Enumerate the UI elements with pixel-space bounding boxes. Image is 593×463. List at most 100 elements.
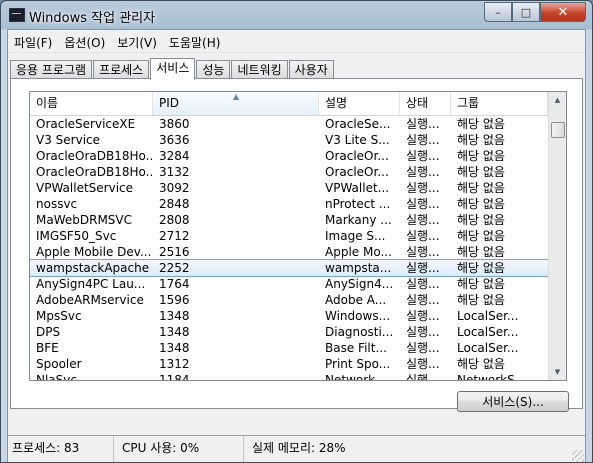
services-button[interactable]: 서비스(S)... [457, 391, 569, 412]
service-pid: 1348 [159, 341, 190, 355]
column-header-pid[interactable]: PID ▲ [153, 92, 319, 115]
service-status: 실행... [406, 245, 440, 259]
close-button[interactable]: ✕ [540, 2, 586, 22]
service-status: 실행... [406, 149, 440, 163]
table-row[interactable]: MpsSvc 1348 Windows... 실행... LocalSer... [30, 308, 548, 324]
service-group: 해당 없음 [457, 357, 505, 371]
service-group: 해당 없음 [457, 213, 505, 227]
service-status: 실행... [406, 341, 440, 355]
service-status: 실행... [406, 277, 440, 291]
table-row[interactable]: V3 Service 3636 V3 Lite S... 실행... 해당 없음 [30, 132, 548, 148]
menu-options[interactable]: 옵션(O) [58, 30, 111, 52]
minimize-button[interactable]: – [484, 2, 512, 22]
title-bar[interactable]: Windows 작업 관리자 – □ ✕ [1, 1, 592, 29]
service-description: V3 Lite S... [325, 133, 390, 147]
table-row[interactable]: IMGSF50_Svc 2712 Image S... 실행... 해당 없음 [30, 228, 548, 244]
scroll-down-arrow-icon[interactable]: ▼ [550, 364, 565, 380]
service-description: Print Spo... [325, 357, 391, 371]
service-status: 실행... [406, 309, 440, 323]
column-header-description[interactable]: 설명 [319, 92, 400, 115]
tab-performance[interactable]: 성능 [196, 60, 231, 79]
table-row[interactable]: OracleServiceXE 3860 OracleSe... 실행... 해당 없음 [30, 116, 548, 132]
service-pid: 2252 [159, 261, 190, 275]
service-pid: 1348 [159, 309, 190, 323]
task-manager-app-icon [9, 8, 25, 22]
menu-file[interactable]: 파일(F) [8, 30, 58, 52]
service-status: 실행... [406, 293, 440, 307]
scroll-up-arrow-icon[interactable]: ▲ [550, 92, 565, 108]
service-group: 해당 없음 [457, 149, 505, 163]
service-group: LocalSer... [457, 309, 519, 323]
service-status: 실행... [406, 197, 440, 211]
service-description: Base Filt... [325, 341, 387, 355]
table-row[interactable]: nossvc 2848 nProtect ... 실행... 해당 없음 [30, 196, 548, 212]
column-header-name[interactable]: 이름 [30, 92, 153, 115]
service-group: 해당 없음 [457, 117, 505, 131]
service-name: IMGSF50_Svc [36, 229, 117, 243]
scrollbar-thumb[interactable] [551, 122, 565, 138]
tab-applications[interactable]: 응용 프로그램 [10, 60, 93, 79]
service-group: 해당 없음 [457, 165, 505, 179]
service-group: 해당 없음 [457, 245, 505, 259]
service-name: nossvc [36, 197, 78, 211]
table-row[interactable]: VPWalletService 3092 VPWallet... 실행... 해당 없음 [30, 180, 548, 196]
column-header-status[interactable]: 상태 [400, 92, 451, 115]
service-name: AdobeARMservice [36, 293, 144, 307]
service-name: VPWalletService [36, 181, 134, 195]
service-pid: 1764 [159, 277, 190, 291]
service-pid: 1596 [159, 293, 190, 307]
table-row[interactable]: AnySign4PC Lau... 1764 AnySign4... 실행... 해당 … [30, 276, 548, 292]
service-description: Markany ... [325, 213, 392, 227]
window-title: Windows 작업 관리자 [29, 11, 156, 26]
service-status: 실행... [406, 357, 440, 371]
table-row[interactable]: DPS 1348 Diagnosti... 실행... LocalSer... [30, 324, 548, 340]
service-name: OracleOraDB18Ho... [36, 149, 153, 163]
task-manager-window: Windows 작업 관리자 – □ ✕ 파일(F) 옵션(O) 보기(V) 도… [0, 0, 593, 463]
menu-bar: 파일(F) 옵션(O) 보기(V) 도움말(H) [8, 30, 585, 53]
service-pid: 1348 [159, 325, 190, 339]
service-description: Windows... [325, 309, 391, 323]
services-list[interactable]: 이름 PID ▲ 설명 상태 그룹 OracleServiceXE 3860 Ora… [29, 91, 567, 381]
menu-view[interactable]: 보기(V) [111, 30, 163, 52]
service-status: 실행... [406, 117, 440, 131]
service-group: LocalSer... [457, 325, 519, 339]
table-row[interactable]: NlaSvc 1184 Network ... 실행... NetworkS... [30, 372, 548, 381]
maximize-button[interactable]: □ [512, 2, 540, 22]
service-description: Network ... [325, 373, 391, 381]
service-group: LocalSer... [457, 341, 519, 355]
table-row[interactable]: wampstackApache 2252 wampsta... 실행... 해당 없음 [30, 259, 549, 277]
status-processes: 프로세스: 83 [8, 436, 114, 462]
service-name: BFE [36, 341, 59, 355]
service-pid: 1184 [159, 373, 190, 381]
service-name: OracleOraDB18Ho... [36, 165, 153, 179]
service-name: AnySign4PC Lau... [36, 277, 146, 291]
service-description: Adobe A... [325, 293, 387, 307]
table-row[interactable]: BFE 1348 Base Filt... 실행... LocalSer... [30, 340, 548, 356]
tab-users[interactable]: 사용자 [288, 60, 334, 79]
service-name: Apple Mobile Dev... [36, 245, 152, 259]
service-pid: 3092 [159, 181, 190, 195]
table-row[interactable]: Spooler 1312 Print Spo... 실행... 해당 없음 [30, 356, 548, 372]
column-header-pid-label: PID [159, 96, 180, 110]
service-pid: 2808 [159, 213, 190, 227]
table-row[interactable]: OracleOraDB18Ho... 3284 OracleOr... 실행... 해당… [30, 148, 548, 164]
column-header-row: 이름 PID ▲ 설명 상태 그룹 [30, 92, 548, 116]
resize-grip-icon[interactable] [572, 450, 584, 462]
table-row[interactable]: OracleOraDB18Ho... 3132 OracleOr... 실행... 해당… [30, 164, 548, 180]
table-row[interactable]: Apple Mobile Dev... 2516 Apple Mo... 실행... 해… [30, 244, 548, 260]
tab-processes[interactable]: 프로세스 [93, 60, 150, 79]
service-rows: OracleServiceXE 3860 OracleSe... 실행... 해당 없음… [30, 116, 549, 381]
tab-networking[interactable]: 네트워킹 [231, 60, 288, 79]
menu-help[interactable]: 도움말(H) [163, 30, 227, 52]
service-description: OracleOr... [325, 165, 389, 179]
table-row[interactable]: MaWebDRMSVC 2808 Markany ... 실행... 해당 없음 [30, 212, 548, 228]
client-area: 파일(F) 옵션(O) 보기(V) 도움말(H) 응용 프로그램 프로세스 서비… [7, 29, 586, 462]
tab-services[interactable]: 서비스 [150, 58, 196, 80]
table-row[interactable]: AdobeARMservice 1596 Adobe A... 실행... 해당 없음 [30, 292, 548, 308]
service-description: Image S... [325, 229, 386, 243]
vertical-scrollbar[interactable]: ▲ ▼ [548, 92, 566, 380]
service-status: 실행... [406, 213, 440, 227]
service-status: 실행... [406, 261, 440, 275]
column-header-group[interactable]: 그룹 [451, 92, 548, 115]
service-group: 해당 없음 [457, 133, 505, 147]
